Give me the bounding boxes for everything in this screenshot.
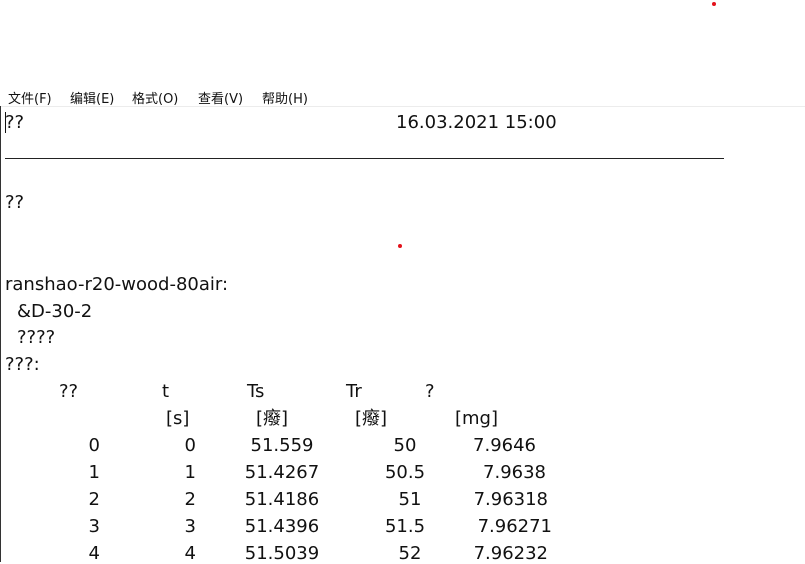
row-ts: 51.4186 bbox=[244, 489, 320, 510]
table-unit-ts: [癈] bbox=[256, 408, 289, 429]
menu-view[interactable]: 查看(V) bbox=[198, 88, 243, 107]
row-tr: 50 bbox=[393, 435, 417, 456]
editor-left-border bbox=[0, 106, 1, 562]
row-ts: 51.4267 bbox=[244, 462, 320, 483]
row-mass: 7.96318 bbox=[473, 489, 548, 510]
separator-line bbox=[5, 158, 724, 159]
row-ts: 51.4396 bbox=[244, 516, 320, 537]
row-ts: 51.5039 bbox=[244, 543, 320, 564]
table-unit-mass: [mg] bbox=[455, 408, 499, 429]
row-index: 4 bbox=[88, 543, 100, 564]
table-unit-t: [s] bbox=[166, 408, 190, 429]
doc-line-q3: ???: bbox=[5, 354, 40, 375]
row-mass: 7.9638 bbox=[483, 462, 546, 483]
menu-file[interactable]: 文件(F) bbox=[8, 88, 52, 107]
menu-format[interactable]: 格式(O) bbox=[132, 88, 178, 107]
row-index: 0 bbox=[88, 435, 100, 456]
table-unit-tr: [癈] bbox=[355, 408, 388, 429]
doc-date: 16.03.2021 15:00 bbox=[396, 112, 557, 133]
row-t: 3 bbox=[184, 516, 196, 537]
row-t: 2 bbox=[184, 489, 196, 510]
row-tr: 51 bbox=[398, 489, 422, 510]
row-t: 4 bbox=[184, 543, 196, 564]
doc-line-2: ?? bbox=[5, 192, 25, 213]
row-t: 1 bbox=[184, 462, 196, 483]
menu-bar: 文件(F) 编辑(E) 格式(O) 查看(V) 帮助(H) bbox=[0, 84, 805, 107]
doc-filename: ranshao-r20-wood-80air: bbox=[5, 274, 229, 295]
red-dot-top bbox=[712, 2, 716, 6]
row-mass: 7.9646 bbox=[473, 435, 536, 456]
doc-line-q4: ???? bbox=[17, 327, 56, 348]
table-header-tr: Tr bbox=[346, 381, 362, 402]
row-ts: 51.559 bbox=[250, 435, 314, 456]
menu-help[interactable]: 帮助(H) bbox=[262, 88, 308, 107]
row-t: 0 bbox=[184, 435, 196, 456]
row-tr: 50.5 bbox=[384, 462, 426, 483]
row-index: 2 bbox=[88, 489, 100, 510]
row-index: 1 bbox=[88, 462, 100, 483]
menu-edit[interactable]: 编辑(E) bbox=[70, 88, 114, 107]
red-dot-middle bbox=[398, 244, 402, 248]
row-tr: 52 bbox=[398, 543, 422, 564]
doc-sample-id: &D-30-2 bbox=[17, 301, 93, 322]
table-header-index: ?? bbox=[59, 381, 79, 402]
doc-line-header-label: ?? bbox=[5, 112, 25, 133]
table-header-t: t bbox=[162, 381, 170, 402]
row-mass: 7.96232 bbox=[473, 543, 548, 564]
row-tr: 51.5 bbox=[384, 516, 426, 537]
table-header-mass: ? bbox=[425, 381, 435, 402]
row-index: 3 bbox=[88, 516, 100, 537]
row-mass: 7.96271 bbox=[477, 516, 552, 537]
table-header-ts: Ts bbox=[247, 381, 265, 402]
